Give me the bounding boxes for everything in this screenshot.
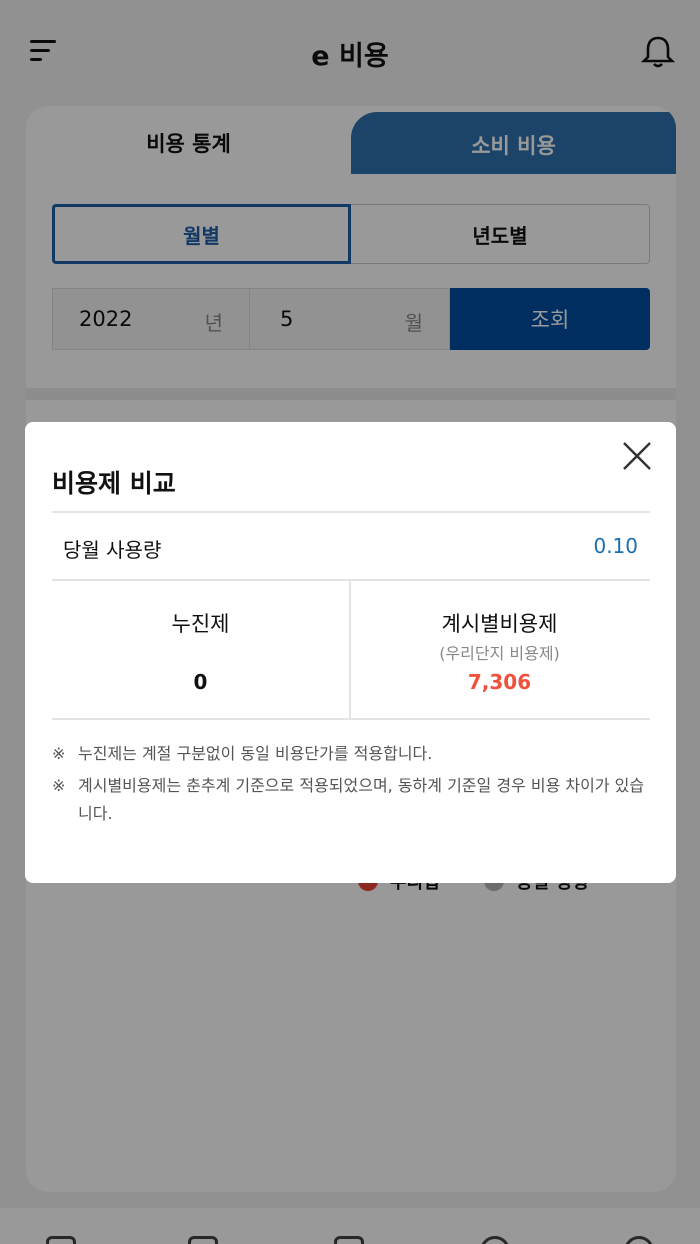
modal-divider-top <box>52 511 650 513</box>
note-item: ※ 계시별비용제는 춘추계 기준으로 적용되었으며, 동하계 기준일 경우 비용… <box>52 772 650 828</box>
progressive-rate-value: 0 <box>193 670 208 694</box>
close-icon[interactable] <box>621 440 653 472</box>
time-of-use-rate-subtitle: (우리단지 비용제) <box>439 644 560 663</box>
note-text: 계시별비용제는 춘추계 기준으로 적용되었으며, 동하계 기준일 경우 비용 차… <box>78 776 645 823</box>
time-of-use-rate-title: 계시별비용제 <box>441 612 558 636</box>
time-of-use-rate-value: 7,306 <box>467 670 532 694</box>
note-mark: ※ <box>52 744 66 763</box>
rate-compare-modal: 비용제 비교 당월 사용량 0.10 누진제 0 계시별비용제 (우리단지 비용… <box>25 422 676 883</box>
notes: ※ 누진제는 계절 구분없이 동일 비용단가를 적용합니다. ※ 계시별비용제는… <box>52 740 650 832</box>
progressive-rate-title: 누진제 <box>171 612 230 636</box>
note-text: 누진제는 계절 구분없이 동일 비용단가를 적용합니다. <box>78 744 433 763</box>
note-mark: ※ <box>52 776 66 795</box>
note-item: ※ 누진제는 계절 구분없이 동일 비용단가를 적용합니다. <box>52 740 650 768</box>
time-of-use-rate-column: 계시별비용제 (우리단지 비용제) 7,306 <box>351 580 648 720</box>
modal-divider-bottom <box>52 718 650 720</box>
progressive-rate-column: 누진제 0 <box>52 580 349 720</box>
usage-value: 0.10 <box>593 534 638 558</box>
usage-label: 당월 사용량 <box>63 538 162 562</box>
modal-title: 비용제 비교 <box>52 469 176 498</box>
